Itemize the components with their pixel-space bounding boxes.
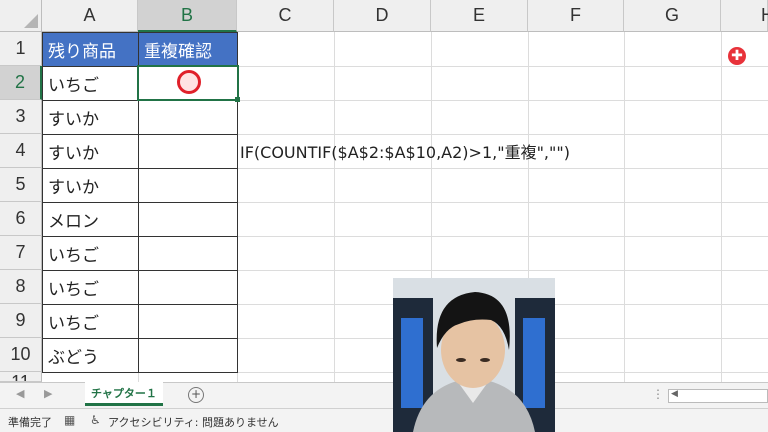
- cell-a9[interactable]: いちご: [42, 304, 139, 339]
- row-header-6[interactable]: 6: [0, 202, 42, 236]
- row-header-1[interactable]: 1: [0, 32, 42, 66]
- spreadsheet: A B C D E F G H 1 2 3 4 5 6 7 8 9 10 11 …: [0, 0, 768, 432]
- cell-a6[interactable]: メロン: [42, 202, 139, 237]
- row-header-10[interactable]: 10: [0, 338, 42, 372]
- status-bar: 準備完了 ▦ ♿ アクセシビリティ: 問題ありません: [0, 408, 768, 432]
- cell-b4[interactable]: [138, 134, 238, 169]
- gridline: [334, 32, 335, 382]
- prev-sheet-icon[interactable]: ◀: [16, 387, 24, 400]
- column-header-e[interactable]: E: [431, 0, 528, 32]
- plus-cursor-icon: ✚: [728, 47, 746, 65]
- sheet-tab-bar: ◀ ▶ チャプター１ + ⋮ ◀: [0, 382, 768, 408]
- webcam-overlay: [393, 278, 555, 432]
- row-header-8[interactable]: 8: [0, 270, 42, 304]
- fill-handle[interactable]: [235, 97, 240, 102]
- cell-a1-header[interactable]: 残り商品: [42, 32, 139, 67]
- cell-b8[interactable]: [138, 270, 238, 305]
- tab-split-handle-icon[interactable]: ⋮: [652, 387, 664, 401]
- row-header-5[interactable]: 5: [0, 168, 42, 202]
- column-header-c[interactable]: C: [237, 0, 334, 32]
- row-header-4[interactable]: 4: [0, 134, 42, 168]
- cell-a10[interactable]: ぶどう: [42, 338, 139, 373]
- cell-b6[interactable]: [138, 202, 238, 237]
- scroll-left-icon[interactable]: ◀: [671, 389, 678, 399]
- cell-b10[interactable]: [138, 338, 238, 373]
- column-header-g[interactable]: G: [624, 0, 721, 32]
- accessibility-icon[interactable]: ♿: [90, 413, 101, 427]
- row-header-7[interactable]: 7: [0, 236, 42, 270]
- status-accessibility[interactable]: アクセシビリティ: 問題ありません: [108, 414, 279, 430]
- column-header-d[interactable]: D: [334, 0, 431, 32]
- column-header-b[interactable]: B: [138, 0, 237, 32]
- row-header-3[interactable]: 3: [0, 100, 42, 134]
- column-header-f[interactable]: F: [528, 0, 624, 32]
- gridline: [624, 32, 625, 382]
- cell-b3[interactable]: [138, 100, 238, 135]
- sheet-tab-chapter1[interactable]: チャプター１: [85, 382, 163, 406]
- gridline: [721, 32, 722, 382]
- click-marker-icon: [177, 70, 201, 94]
- row-header-9[interactable]: 9: [0, 304, 42, 338]
- cell-b7[interactable]: [138, 236, 238, 271]
- person-image: [393, 278, 555, 432]
- cell-b5[interactable]: [138, 168, 238, 203]
- cell-a10-text: ぶどう: [48, 348, 99, 368]
- row-header-2[interactable]: 2: [0, 66, 42, 100]
- row-header-11[interactable]: 11: [0, 372, 42, 382]
- cell-a7[interactable]: いちご: [42, 236, 139, 271]
- cell-a3[interactable]: すいか: [42, 100, 139, 135]
- column-header-h[interactable]: H: [721, 0, 768, 32]
- cell-a8[interactable]: いちご: [42, 270, 139, 305]
- cell-a5[interactable]: すいか: [42, 168, 139, 203]
- macro-record-icon[interactable]: ▦: [64, 413, 75, 427]
- add-sheet-icon[interactable]: +: [188, 387, 204, 403]
- cell-b9[interactable]: [138, 304, 238, 339]
- horizontal-scrollbar[interactable]: ◀: [668, 389, 768, 403]
- cell-c4-formula-text[interactable]: IF(COUNTIF($A$2:$A$10,A2)>1,"重複",""): [237, 134, 570, 168]
- status-ready: 準備完了: [8, 416, 52, 429]
- cell-a4[interactable]: すいか: [42, 134, 139, 169]
- sheet-tab-label: チャプター１: [91, 386, 157, 400]
- select-all-corner[interactable]: [0, 0, 42, 32]
- cell-b1-header[interactable]: 重複確認: [138, 32, 238, 67]
- column-header-a[interactable]: A: [42, 0, 138, 32]
- next-sheet-icon[interactable]: ▶: [44, 387, 52, 400]
- cell-a2[interactable]: いちご: [42, 66, 139, 101]
